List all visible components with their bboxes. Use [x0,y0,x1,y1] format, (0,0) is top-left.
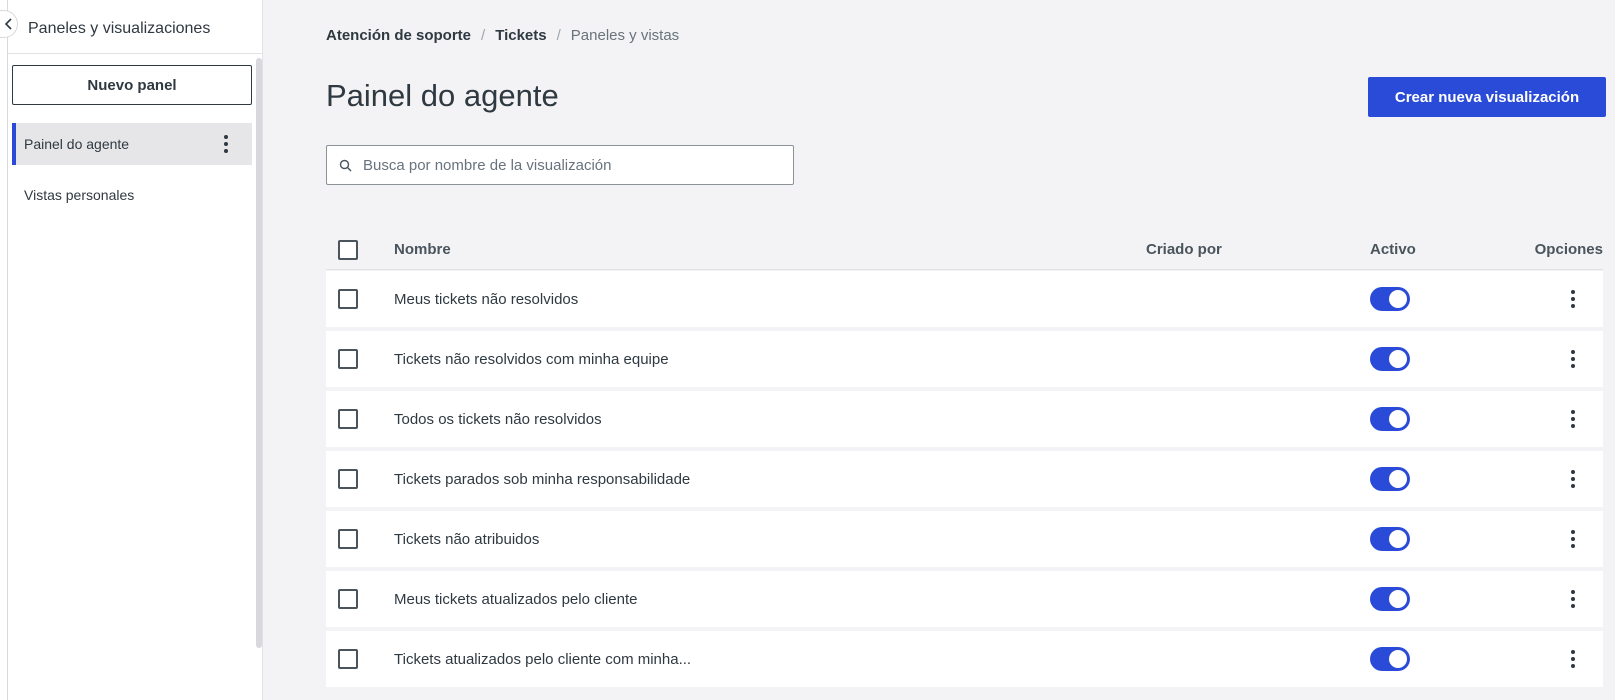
more-options-icon[interactable] [1567,588,1579,610]
row-name[interactable]: Meus tickets não resolvidos [394,291,1146,308]
select-all-checkbox[interactable] [338,239,358,260]
row-checkbox[interactable] [338,409,358,429]
collapse-sidebar-button[interactable] [0,10,18,38]
table-row[interactable]: Meus tickets não resolvidos [326,271,1603,327]
table-header: Nombre Criado por Activo Opciones [326,230,1603,270]
row-name[interactable]: Tickets não atribuidos [394,531,1146,548]
sidebar-scrollbar[interactable] [256,58,262,648]
search-icon [327,159,363,172]
more-options-icon[interactable] [1567,288,1579,310]
row-name[interactable]: Tickets não resolvidos com minha equipe [394,351,1146,368]
new-panel-button[interactable]: Nuevo panel [12,65,252,105]
active-toggle[interactable] [1370,587,1410,611]
sidebar-title: Paneles y visualizaciones [28,20,211,37]
active-toggle[interactable] [1370,647,1410,671]
row-checkbox[interactable] [338,349,358,369]
table-row[interactable]: Tickets atualizados pelo cliente com min… [326,631,1603,687]
row-checkbox[interactable] [338,469,358,489]
table-row[interactable]: Tickets parados sob minha responsabilida… [326,451,1603,507]
breadcrumb-separator: / [556,27,561,44]
breadcrumb: Atención de soporte / Tickets / Paneles … [326,27,679,44]
more-options-icon[interactable] [1567,648,1579,670]
more-options-icon[interactable] [1567,528,1579,550]
active-toggle[interactable] [1370,527,1410,551]
active-toggle[interactable] [1370,287,1410,311]
breadcrumb-separator: / [481,27,486,44]
page-title: Painel do agente [326,78,559,113]
column-header-options: Opciones [1534,241,1603,258]
table-row[interactable]: Tickets não atribuidos [326,511,1603,567]
sidebar-item-label: Vistas personales [24,187,135,203]
row-name[interactable]: Todos os tickets não resolvidos [394,411,1146,428]
breadcrumb-current: Paneles y vistas [570,27,680,44]
table-row[interactable]: Tickets não resolvidos com minha equipe [326,331,1603,387]
more-options-icon[interactable] [220,133,232,155]
row-name[interactable]: Meus tickets atualizados pelo cliente [394,591,1146,608]
row-checkbox[interactable] [338,649,358,669]
sidebar-edge [7,0,8,700]
sidebar-item-label: Painel do agente [24,136,130,152]
table-body: Meus tickets não resolvidos Tickets não … [326,271,1603,691]
more-options-icon[interactable] [1567,408,1579,430]
chevron-left-icon [4,18,12,30]
table-row[interactable]: Meus tickets atualizados pelo cliente [326,571,1603,627]
row-checkbox[interactable] [338,529,358,549]
breadcrumb-link-atencion[interactable]: Atención de soporte [326,27,471,44]
column-header-active: Activo [1370,241,1416,258]
search-box[interactable] [326,145,794,185]
row-name[interactable]: Tickets parados sob minha responsabilida… [394,471,1146,488]
active-toggle[interactable] [1370,407,1410,431]
active-toggle[interactable] [1370,347,1410,371]
sidebar-item-painel-do-agente[interactable]: Painel do agente [12,123,252,165]
row-checkbox[interactable] [338,289,358,309]
column-header-created-by[interactable]: Criado por [1146,241,1370,258]
create-view-button[interactable]: Crear nueva visualización [1368,77,1606,117]
more-options-icon[interactable] [1567,348,1579,370]
column-header-name[interactable]: Nombre [394,241,1146,258]
row-name[interactable]: Tickets atualizados pelo cliente com min… [394,651,1146,668]
sidebar: Paneles y visualizaciones Nuevo panel Pa… [0,0,263,700]
more-options-icon[interactable] [1567,468,1579,490]
sidebar-item-vistas-personales[interactable]: Vistas personales [12,174,252,216]
table-row[interactable]: Todos os tickets não resolvidos [326,391,1603,447]
search-input[interactable] [363,156,783,174]
row-checkbox[interactable] [338,589,358,609]
breadcrumb-link-tickets[interactable]: Tickets [495,27,546,44]
active-toggle[interactable] [1370,467,1410,491]
sidebar-divider [8,53,262,54]
